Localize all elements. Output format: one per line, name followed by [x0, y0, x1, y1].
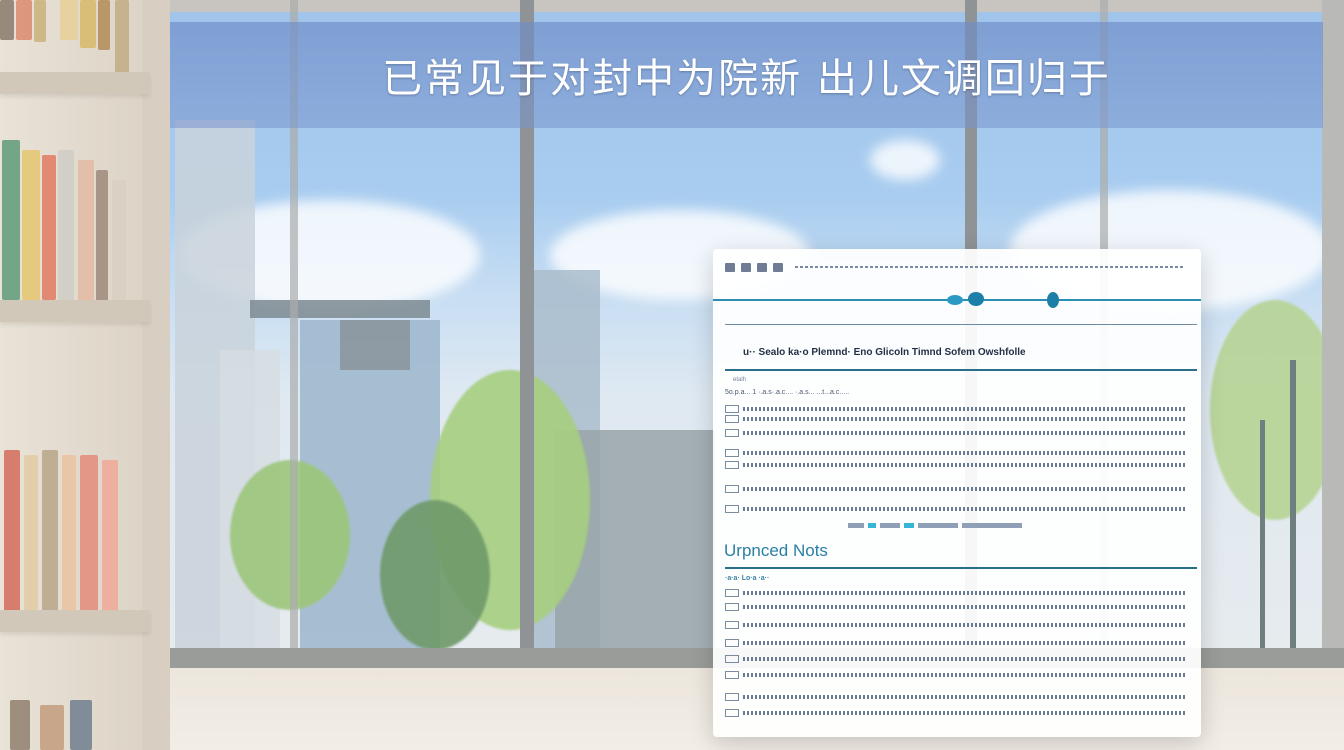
row-checkbox[interactable] [725, 461, 739, 469]
intro-label: etalh [733, 377, 747, 383]
bookshelf-side [142, 0, 170, 750]
table-row [725, 505, 1185, 513]
table-row [725, 429, 1185, 437]
row-checkbox[interactable] [725, 621, 739, 629]
crane-cab [340, 320, 410, 370]
row-checkbox[interactable] [725, 415, 739, 423]
row-checkbox[interactable] [725, 655, 739, 663]
list-item [725, 693, 1185, 701]
table-row [725, 461, 1185, 469]
divider [725, 324, 1197, 325]
table-row [725, 449, 1185, 457]
row-checkbox[interactable] [725, 603, 739, 611]
crane-arm [250, 300, 430, 318]
page-marker[interactable] [880, 523, 900, 528]
list-item [725, 589, 1185, 597]
timeline-slider-knob[interactable] [947, 295, 963, 305]
page-marker[interactable] [848, 523, 864, 528]
list-item [725, 671, 1185, 679]
row-checkbox[interactable] [725, 405, 739, 413]
shelf-plank [0, 72, 150, 94]
row-checkbox[interactable] [725, 589, 739, 597]
row-checkbox[interactable] [725, 505, 739, 513]
header-chip [773, 262, 783, 272]
table-row [725, 485, 1185, 493]
banner-title: 已常见于对封中为院新 出儿文调回归于 [382, 56, 1111, 102]
divider [725, 567, 1197, 569]
pagination-bar [848, 523, 1022, 528]
document-header [725, 259, 1185, 275]
timeline-slider-knob[interactable] [1047, 292, 1059, 308]
section-heading: u·· Sealo ka·o Plemnd· Eno Glicoln Timnd… [743, 347, 1026, 358]
row-checkbox[interactable] [725, 485, 739, 493]
tree-trunk [1260, 420, 1265, 650]
header-chip [741, 262, 751, 272]
tree-trunk [1290, 360, 1296, 650]
notes-heading: Urpnced Nots [724, 541, 828, 560]
cloud [870, 140, 940, 180]
shelf-plank [0, 610, 150, 632]
divider [725, 369, 1197, 371]
row-checkbox[interactable] [725, 671, 739, 679]
window-frame-right [1322, 0, 1344, 655]
tree [380, 500, 490, 650]
list-item [725, 603, 1185, 611]
row-checkbox[interactable] [725, 639, 739, 647]
window-frame-top [170, 0, 1344, 12]
list-item [725, 639, 1185, 647]
list-item [725, 655, 1185, 663]
document-panel: u·· Sealo ka·o Plemnd· Eno Glicoln Timnd… [713, 249, 1201, 737]
page-marker[interactable] [918, 523, 958, 528]
row-checkbox[interactable] [725, 429, 739, 437]
page-marker-active[interactable] [868, 523, 876, 528]
page-marker-active[interactable] [904, 523, 914, 528]
header-text-line [795, 266, 1185, 268]
list-item [725, 709, 1185, 717]
notes-subheading: ·a·a· Lo·a ·a·· [725, 575, 770, 582]
list-item [725, 621, 1185, 629]
shelf-plank [0, 300, 150, 322]
row-checkbox[interactable] [725, 709, 739, 717]
row-checkbox[interactable] [725, 693, 739, 701]
page-marker[interactable] [962, 523, 1022, 528]
tree [1210, 300, 1340, 520]
scene-background: 已常见于对封中为院新 出儿文调回归于 u·· Sealo ka·o Plemnd… [0, 0, 1344, 750]
table-row [725, 415, 1185, 423]
intro-line: 5o.p.a... 1 ·.a.s·.a.c.... ·.a.s... ...t… [725, 389, 850, 396]
table-row [725, 405, 1185, 413]
bookshelf [0, 0, 170, 750]
title-banner: 已常见于对封中为院新 出儿文调回归于 [170, 22, 1323, 128]
row-checkbox[interactable] [725, 449, 739, 457]
header-chip [725, 262, 735, 272]
header-chip [757, 262, 767, 272]
timeline-slider-knob[interactable] [968, 292, 984, 306]
